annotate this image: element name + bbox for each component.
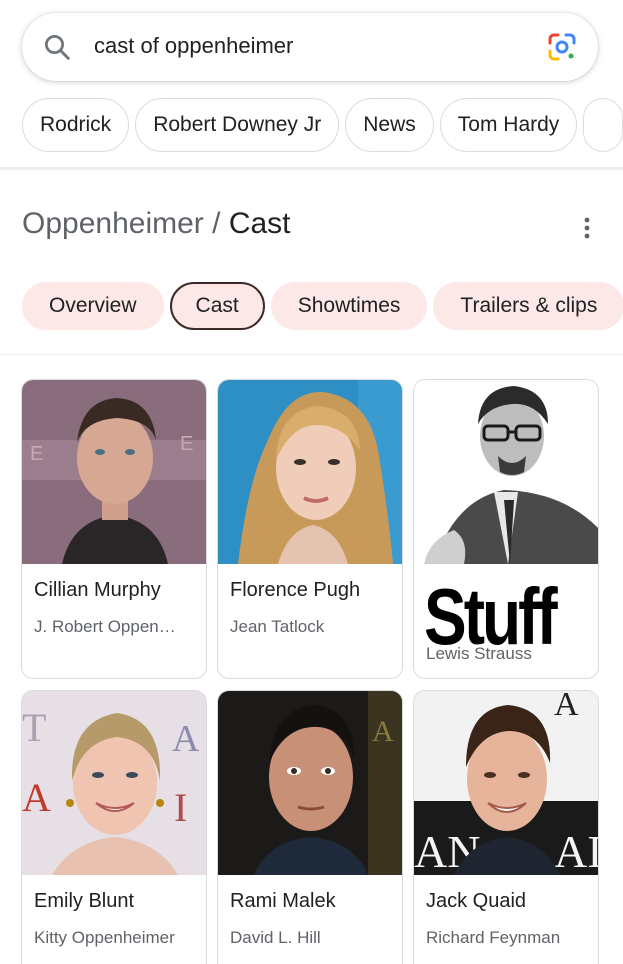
character-name: Richard Feynman: [426, 928, 561, 947]
cast-card[interactable]: A Rami Malek David L. Hill: [217, 690, 403, 964]
cast-card[interactable]: Florence Pugh Jean Tatlock: [217, 379, 403, 679]
actor-photo: AN AI A: [414, 691, 599, 875]
tab-bar: Overview Cast Showtimes Trailers & clips: [22, 282, 623, 330]
chip-robert-downey-jr[interactable]: Robert Downey Jr: [135, 98, 340, 152]
character-name: J. Robert Oppen…: [34, 617, 176, 636]
character-name: Lewis Strauss: [426, 644, 532, 663]
search-icon[interactable]: [42, 32, 72, 62]
tab-cast[interactable]: Cast: [169, 282, 265, 330]
tab-trailers-clips[interactable]: Trailers & clips: [433, 282, 623, 330]
svg-text:I: I: [174, 785, 187, 830]
cast-card[interactable]: AN AI A Jack Quaid Richard Feynman: [413, 690, 599, 964]
actor-name: Cillian Murphy: [34, 579, 161, 601]
svg-text:A: A: [554, 691, 579, 723]
character-name: David L. Hill: [230, 928, 321, 947]
chip-rodrick[interactable]: Rodrick: [22, 98, 130, 152]
actor-photo: E E: [22, 380, 206, 564]
search-input[interactable]: cast of oppenheimer: [94, 33, 293, 59]
page-title: Oppenheimer / Cast: [22, 207, 291, 241]
actor-name: Jack Quaid: [426, 890, 527, 912]
tab-overview[interactable]: Overview: [22, 282, 164, 330]
breadcrumb-parent[interactable]: Oppenheimer: [22, 207, 204, 240]
svg-text:E: E: [30, 443, 43, 465]
chip-news[interactable]: News: [345, 98, 434, 152]
chip-overflow[interactable]: [583, 98, 623, 152]
actor-photo: T A A I: [22, 691, 206, 875]
actor-photo: A: [218, 691, 402, 875]
divider: [0, 167, 623, 170]
svg-text:A: A: [22, 775, 51, 820]
search-bar[interactable]: cast of oppenheimer: [22, 13, 598, 81]
cast-card[interactable]: E E Cillian Murphy J. Robert Oppen…: [21, 379, 207, 679]
actor-photo: [218, 380, 402, 564]
google-lens-icon[interactable]: [546, 31, 578, 63]
breadcrumb-current: Cast: [228, 207, 291, 240]
svg-text:A: A: [372, 715, 394, 748]
actor-name: Rami Malek: [230, 890, 336, 912]
more-vert-icon[interactable]: [577, 214, 597, 242]
svg-text:A: A: [172, 718, 200, 760]
breadcrumb-separator: /: [212, 207, 221, 240]
actor-name: Florence Pugh: [230, 579, 361, 601]
tab-showtimes[interactable]: Showtimes: [270, 282, 428, 330]
cast-card[interactable]: Stuff Lewis Strauss: [413, 379, 599, 679]
actor-name: Emily Blunt: [34, 890, 135, 912]
svg-text:T: T: [22, 705, 46, 750]
divider: [0, 354, 623, 355]
character-name: Jean Tatlock: [230, 617, 325, 636]
chip-tom-hardy[interactable]: Tom Hardy: [439, 98, 578, 152]
svg-text:E: E: [180, 433, 193, 455]
actor-photo: [414, 380, 598, 564]
character-name: Kitty Oppenheimer: [34, 928, 175, 947]
cast-card[interactable]: T A A I Emily Blunt Kitty Oppenheimer: [21, 690, 207, 964]
svg-text:AI: AI: [554, 826, 599, 875]
suggestion-chips: Rodrick Robert Downey Jr News Tom Hardy: [22, 98, 623, 152]
